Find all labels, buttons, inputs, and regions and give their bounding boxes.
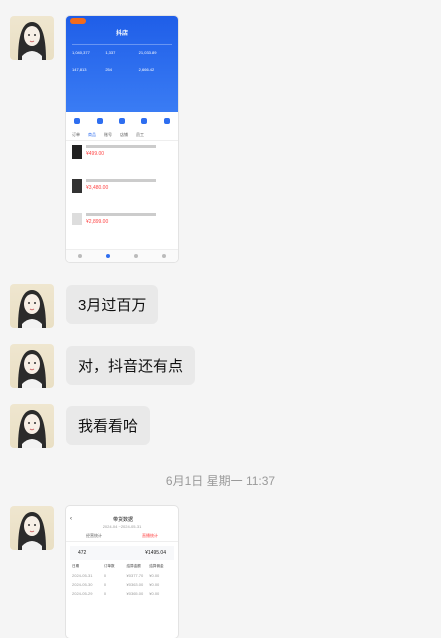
avatar-portrait-icon [18, 290, 46, 328]
tab: 订单 [72, 132, 80, 137]
tab: 商品 [88, 132, 96, 137]
table-cell: 0 [103, 573, 107, 578]
image-message-app-screenshot[interactable]: 抖店 1,040,377 1,337 21,033.89 147,813 254… [66, 16, 178, 262]
list-item: ¥3,480.00 [72, 179, 172, 207]
data-table: 日期 订单数 结算金额 结算佣金 2024-05-31 0 ¥0377.70 ¥… [66, 560, 178, 600]
avatar[interactable] [10, 404, 54, 448]
avatar-portrait-icon [18, 22, 46, 60]
tab: 员工 [136, 132, 144, 137]
table-cell: ¥0.00 [149, 591, 160, 596]
stat-value: 2,666.42 [138, 67, 155, 72]
product-thumbnail [72, 213, 82, 225]
shortcut-icon [163, 118, 170, 124]
column-header: 订单数 [103, 564, 115, 568]
app-logo [70, 18, 86, 24]
table-cell: 2024-05-31 [72, 573, 93, 578]
tab: 直播统计 [142, 533, 158, 538]
tab: 账号 [104, 132, 112, 137]
column-header: 结算金额 [126, 564, 141, 568]
stats-tabs: 经营统计 直播统计 [66, 533, 178, 542]
product-price: ¥2,899.00 [86, 219, 109, 225]
stat-value: 1,040,377 [72, 50, 90, 55]
tab: 经营统计 [86, 533, 102, 538]
chat-bubble[interactable]: 3月过百万 [66, 285, 159, 324]
table-cell: ¥0363.00 [126, 582, 144, 587]
avatar-portrait-icon [18, 512, 46, 550]
product-thumbnail [72, 179, 82, 193]
avatar-portrait-icon [18, 410, 46, 448]
chat-timestamp: 6月1日 星期一 11:37 [165, 474, 276, 488]
shortcut-icon [74, 118, 81, 124]
chat-bubble[interactable]: 我看看哈 [66, 406, 151, 445]
list-item: ¥499.00 [72, 145, 172, 173]
app-header: 抖店 1,040,377 1,337 21,033.89 147,813 254… [66, 16, 178, 112]
bottom-nav [66, 249, 178, 262]
product-list: ¥499.00 ¥3,480.00 ¥2,899.00 [66, 141, 178, 233]
column-header: 日期 [72, 564, 80, 568]
date-range: 2024-04 ~2024-05-31 [102, 524, 142, 529]
table-cell: ¥0365.00 [126, 591, 144, 596]
avatar[interactable] [10, 506, 54, 550]
list-item: ¥2,899.00 [72, 213, 172, 229]
screenshot-title: 带货数据 [112, 516, 133, 523]
product-thumbnail [72, 145, 82, 159]
stat-value: 254 [105, 67, 113, 72]
table-cell: 0 [103, 591, 107, 596]
product-price: ¥3,480.00 [86, 185, 109, 191]
table-cell: 2024-05-30 [72, 582, 93, 587]
chat-bubble[interactable]: 对，抖音还有点 [66, 346, 196, 385]
table-cell: 0 [103, 582, 107, 587]
shortcut-icon [96, 118, 103, 124]
app-title: 抖店 [115, 31, 128, 37]
tab: 店铺 [120, 132, 128, 137]
avatar-portrait-icon [18, 350, 46, 388]
stat-value: 147,813 [72, 67, 87, 72]
metric-orders: 472 [78, 550, 87, 556]
metrics-row: 472 ¥1495.04 [70, 546, 174, 560]
image-message-data-screenshot[interactable]: ‹ 带货数据 2024-04 ~2024-05-31 经营统计 直播统计 472… [66, 506, 178, 638]
avatar[interactable] [10, 284, 54, 328]
table-cell: ¥0377.70 [126, 573, 144, 578]
stat-value: 21,033.89 [138, 50, 157, 55]
table-cell: ¥0.00 [149, 573, 160, 578]
column-header: 结算佣金 [149, 564, 164, 568]
table-cell: 2024-05-29 [72, 591, 93, 596]
shortcut-icon [118, 118, 125, 124]
metric-amount: ¥1495.04 [145, 550, 166, 556]
avatar[interactable] [10, 344, 54, 388]
screenshot-header: ‹ 带货数据 [66, 514, 178, 524]
shortcut-icon [141, 118, 148, 124]
stats-grid: 1,040,377 1,337 21,033.89 147,813 254 2,… [72, 50, 172, 72]
stat-value: 1,337 [105, 50, 116, 55]
avatar[interactable] [10, 16, 54, 60]
product-price: ¥499.00 [86, 151, 105, 157]
table-cell: ¥0.00 [149, 582, 160, 587]
shortcut-bar [66, 112, 178, 130]
tab-bar: 订单 商品 账号 店铺 员工 [66, 130, 178, 141]
